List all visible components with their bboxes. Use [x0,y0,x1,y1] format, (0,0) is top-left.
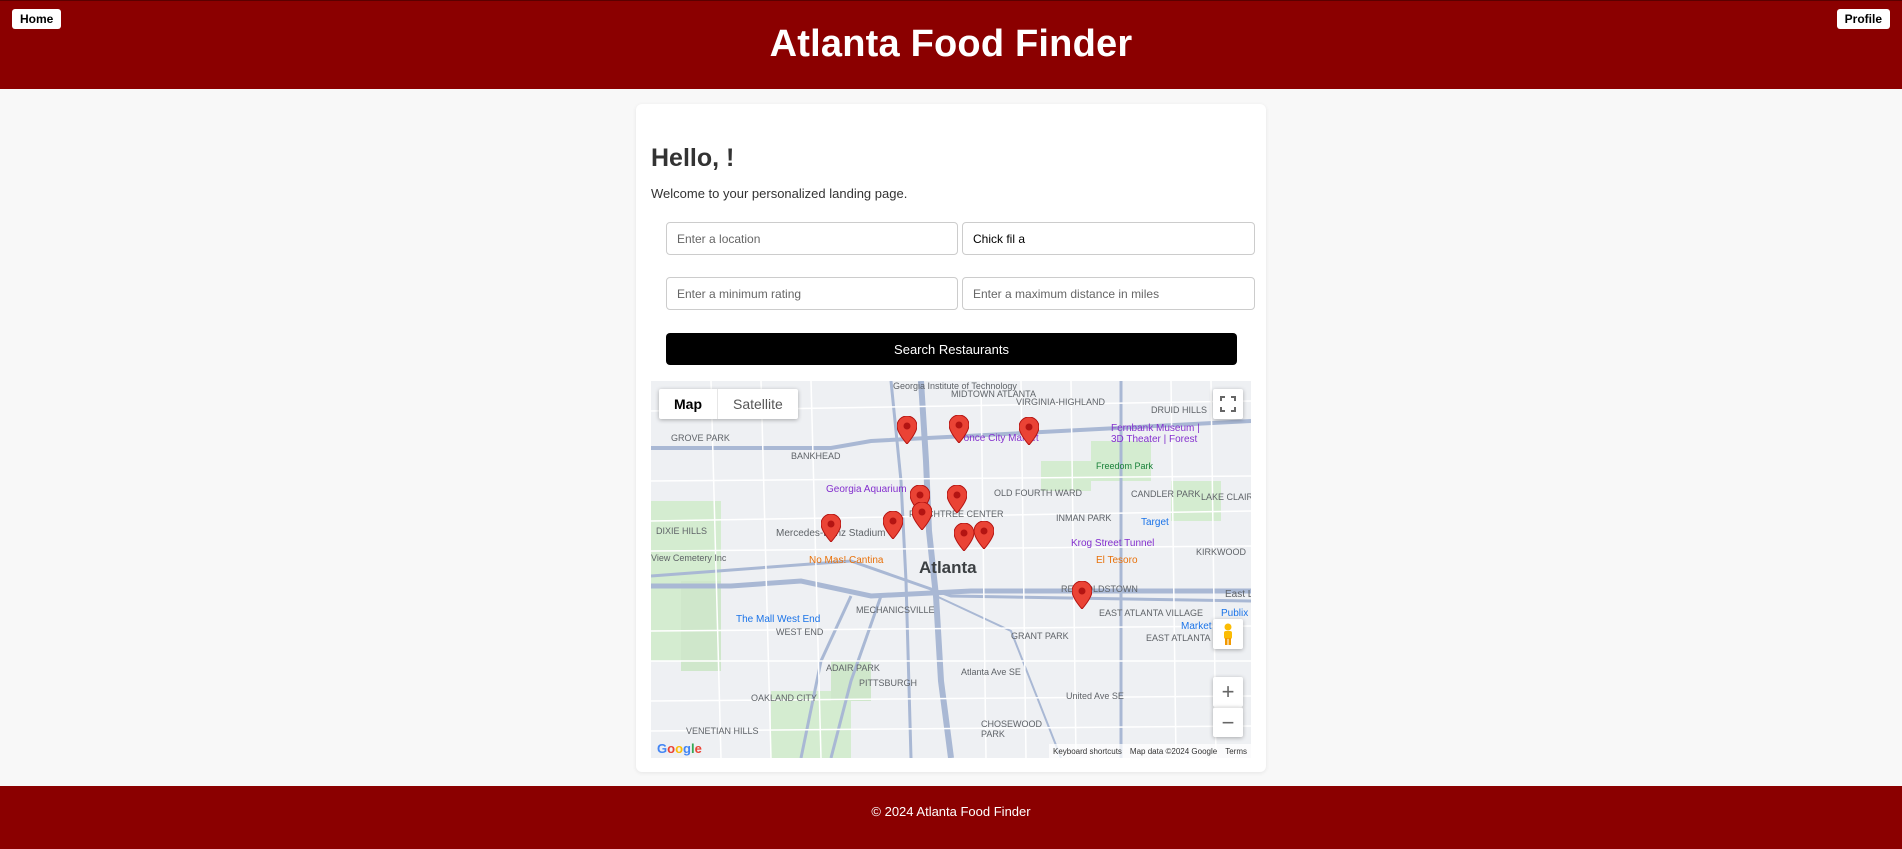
map-type-satellite-button[interactable]: Satellite [717,389,798,419]
label-dixie-hills: DIXIE HILLS [656,526,708,536]
label-venetian-hills: VENETIAN HILLS [686,726,759,736]
welcome-text: Welcome to your personalized landing pag… [651,186,908,201]
label-kirkwood: KIRKWOOD [1196,547,1247,557]
label-krog-street-tunnel: Krog Street Tunnel [1071,538,1155,549]
map-type-map-button[interactable]: Map [659,389,717,419]
label-freedom-park: Freedom Park [1096,461,1154,471]
label-fernbank: Fernbank Museum | 3D Theater | Forest [1111,423,1200,445]
label-cemetery: View Cemetery Inc [651,553,727,563]
footer: © 2024 Atlanta Food Finder [0,786,1902,849]
zoom-out-button[interactable]: − [1213,707,1243,737]
restaurant-marker[interactable] [947,485,967,513]
label-mall-west-end: The Mall West End [736,614,821,625]
label-adair-park: ADAIR PARK [826,663,880,673]
label-mechanicsville: MECHANICSVILLE [856,605,935,615]
keyboard-shortcuts-link[interactable]: Keyboard shortcuts [1053,747,1122,756]
map-attribution: Keyboard shortcuts Map data ©2024 Google… [1048,744,1251,758]
label-oakland-city: OAKLAND CITY [751,693,818,703]
label-lake-claire: LAKE CLAIRE [1201,492,1251,502]
restaurant-marker[interactable] [912,502,932,530]
restaurant-marker[interactable] [821,514,841,542]
restaurant-marker[interactable] [974,521,994,549]
label-bankhead: BANKHEAD [791,451,841,461]
street-view-pegman-button[interactable] [1213,619,1243,649]
label-publix: Publix Su [1221,608,1251,619]
label-east-atlanta: EAST ATLANTA [1146,633,1211,643]
map-type-control: Map Satellite [659,389,798,419]
minus-icon: − [1221,709,1235,735]
label-virginia-highland: VIRGINIA-HIGHLAND [1016,397,1106,407]
label-grant-park: GRANT PARK [1011,631,1069,641]
pegman-icon [1224,623,1232,645]
label-druid-hills: DRUID HILLS [1151,405,1208,415]
max-distance-input[interactable] [962,277,1255,310]
fullscreen-icon [1220,396,1236,412]
label-west-end: WEST END [776,627,824,637]
restaurant-marker[interactable] [883,511,903,539]
label-no-mas-cantina: No Mas! Cantina [809,555,884,566]
label-old-fourth-ward: OLD FOURTH WARD [994,488,1083,498]
label-east-lake: East Lake [1225,589,1251,600]
restaurant-marker[interactable] [954,523,974,551]
label-chosewood-park: CHOSEWOOD PARK [981,719,1043,739]
label-inman-park: INMAN PARK [1056,513,1112,523]
restaurant-marker[interactable] [949,415,969,443]
label-el-tesoro: El Tesoro [1096,555,1138,566]
label-atlanta: Atlanta [919,558,977,577]
copyright-text: © 2024 Atlanta Food Finder [871,804,1031,819]
map-data-text: Map data ©2024 Google [1129,746,1218,756]
label-pittsburgh: PITTSBURGH [859,678,918,688]
google-logo: Google [657,741,702,756]
plus-icon: + [1221,679,1235,704]
label-target: Target [1141,517,1169,528]
label-atlanta-ave: Atlanta Ave SE [961,667,1021,677]
restaurant-marker[interactable] [1019,417,1039,445]
profile-button[interactable]: Profile [1836,9,1890,29]
zoom-in-button[interactable]: + [1213,677,1243,707]
label-east-atlanta-village: EAST ATLANTA VILLAGE [1099,608,1204,618]
map[interactable]: Georgia Institute of Technology MIDTOWN … [651,381,1251,758]
page-title: Atlanta Food Finder [769,23,1133,65]
label-candler-park: CANDLER PARK [1131,489,1201,499]
fullscreen-button[interactable] [1213,389,1243,419]
terms-link[interactable]: Terms [1225,747,1247,756]
min-rating-input[interactable] [666,277,958,310]
label-market: Market [1181,621,1212,632]
header: Home Atlanta Food Finder Profile [0,0,1902,89]
label-united-ave: United Ave SE [1066,691,1124,701]
restaurant-marker[interactable] [897,416,917,444]
search-restaurants-button[interactable]: Search Restaurants [666,333,1237,365]
location-input[interactable] [666,222,958,255]
greeting-heading: Hello, ! [651,144,735,172]
label-grove-park: GROVE PARK [671,433,730,443]
label-georgia-aquarium: Georgia Aquarium [826,484,907,495]
main-card: Hello, ! Welcome to your personalized la… [636,104,1266,772]
restaurant-marker[interactable] [1072,581,1092,609]
food-input[interactable] [962,222,1255,255]
